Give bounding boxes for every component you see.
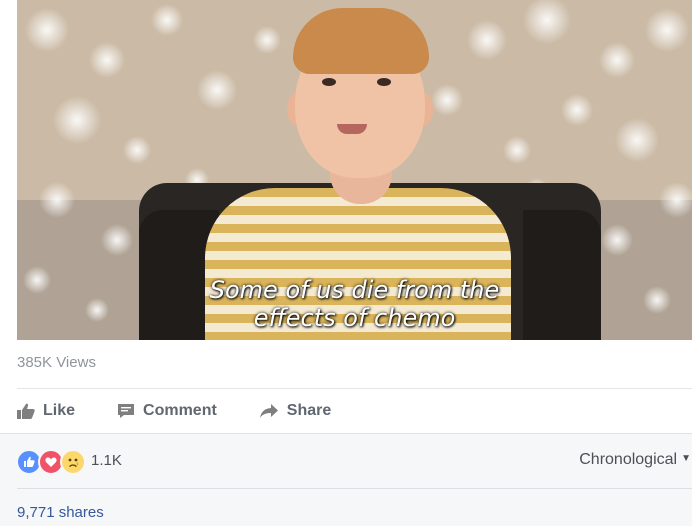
caret-down-icon: ▼ [681, 453, 691, 464]
reactions-divider [0, 433, 692, 434]
action-bar: Like Comment Share [17, 399, 373, 423]
like-label: Like [43, 402, 76, 419]
like-button[interactable]: Like [17, 402, 75, 420]
facebook-video-post: Some of us die from the effects of chemo… [0, 0, 700, 526]
comment-label: Comment [143, 402, 217, 419]
video-caption: Some of us die from the effects of chemo [17, 276, 692, 332]
shares-link[interactable]: 9,771 shares [17, 504, 104, 521]
hair [293, 8, 429, 74]
share-button[interactable]: Share [259, 402, 331, 420]
eye-left [322, 78, 336, 86]
comment-icon [118, 404, 135, 418]
reaction-icons[interactable] [16, 449, 86, 475]
reaction-count[interactable]: 1.1K [91, 452, 122, 469]
divider-2 [17, 488, 692, 489]
comment-sort-dropdown[interactable]: Chronological ▼ [579, 451, 691, 469]
view-count: 385K Views [17, 354, 96, 371]
sad-reaction-icon [60, 449, 86, 475]
thumbs-up-icon [17, 403, 35, 419]
reactions-section [0, 433, 692, 526]
eye-right [377, 78, 391, 86]
share-label: Share [286, 402, 332, 419]
divider [17, 388, 692, 389]
video-player[interactable]: Some of us die from the effects of chemo [17, 0, 692, 340]
caption-line-2: effects of chemo [253, 304, 456, 332]
comment-button[interactable]: Comment [117, 402, 217, 420]
share-arrow-icon [259, 404, 278, 418]
right-border [692, 0, 700, 526]
caption-line-1: Some of us die from the [209, 276, 500, 304]
sort-label: Chronological [579, 451, 678, 468]
